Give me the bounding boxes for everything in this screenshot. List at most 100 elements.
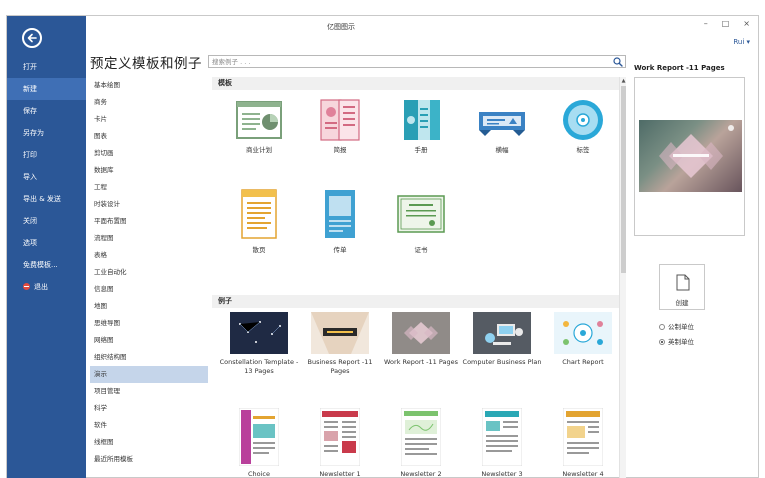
category-item[interactable]: 科学	[90, 400, 208, 417]
category-item[interactable]: 流程图	[90, 230, 208, 247]
sidebar-item-label: 导入	[23, 173, 37, 181]
sidebar-item-new[interactable]: 新建	[7, 78, 86, 100]
category-item[interactable]: 时装设计	[90, 196, 208, 213]
sidebar-item-free-templates[interactable]: 免费模板...	[7, 254, 86, 276]
example-tile[interactable]: Work Report -11 Pages	[381, 312, 461, 367]
sidebar-item-save[interactable]: 保存	[7, 100, 86, 122]
category-item[interactable]: 图表	[90, 128, 208, 145]
sidebar-item-label: 打印	[23, 151, 37, 159]
preview-title: Work Report -11 Pages	[634, 64, 725, 72]
search-icon[interactable]	[613, 57, 623, 67]
sidebar-item-options[interactable]: 选项	[7, 232, 86, 254]
template-tile[interactable]: 商业计划	[219, 98, 299, 155]
category-item[interactable]: 最近所用模板	[90, 451, 208, 468]
category-item[interactable]: 线框图	[90, 434, 208, 451]
gallery-scrollbar[interactable]: ▲	[619, 77, 626, 478]
scroll-thumb[interactable]	[621, 86, 626, 273]
sidebar-item-save-as[interactable]: 另存为	[7, 122, 86, 144]
example-tile[interactable]: Newsletter 2	[381, 407, 461, 478]
category-item[interactable]: 商务	[90, 94, 208, 111]
template-label: 横幅	[495, 146, 509, 154]
sidebar: 打开 新建 保存 另存为 打印 导入 导出 & 发送 关闭 选项 免费模板...…	[7, 16, 86, 478]
sidebar-item-exit[interactable]: 退出	[7, 276, 86, 298]
scroll-up-arrow-icon[interactable]: ▲	[620, 77, 627, 85]
imperial-units-radio[interactable]	[659, 339, 665, 345]
example-thumbnail	[473, 312, 531, 354]
category-item[interactable]: 信息图	[90, 281, 208, 298]
metric-units-radio[interactable]	[659, 324, 665, 330]
template-tile[interactable]: 手册	[381, 98, 461, 155]
category-item[interactable]: 数据库	[90, 162, 208, 179]
sidebar-item-label: 保存	[23, 107, 37, 115]
example-tile[interactable]: Newsletter 1	[300, 407, 380, 478]
metric-units-option[interactable]: 公制单位	[659, 321, 694, 331]
example-label: Chart Report	[562, 358, 604, 366]
example-tile[interactable]: Chart Report	[543, 312, 623, 367]
banner-icon	[477, 98, 527, 142]
templates-section-header: 模板	[212, 77, 622, 90]
category-item-selected[interactable]: 演示	[90, 366, 208, 383]
category-item[interactable]: 软件	[90, 417, 208, 434]
category-item[interactable]: 组织结构图	[90, 349, 208, 366]
exit-icon	[23, 283, 30, 290]
template-tile[interactable]: 标签	[543, 98, 623, 155]
maximize-button[interactable]: □	[722, 19, 730, 28]
template-tile[interactable]: 横幅	[462, 98, 542, 155]
example-label: Business Report -11 Pages	[307, 358, 373, 375]
category-list: 基本绘图 商务 卡片 图表 剪切画 数据库 工程 时装设计 平面布置图 流程图 …	[90, 77, 208, 468]
business-plan-icon	[234, 98, 284, 142]
sidebar-item-import[interactable]: 导入	[7, 166, 86, 188]
category-item[interactable]: 工程	[90, 179, 208, 196]
example-tile[interactable]: Choice	[219, 407, 299, 478]
example-tile[interactable]: Business Report -11 Pages	[300, 312, 380, 376]
template-tile[interactable]: 传单	[300, 188, 380, 255]
example-label: Work Report -11 Pages	[384, 358, 458, 366]
template-tile[interactable]: 散页	[219, 188, 299, 255]
example-tile[interactable]: Computer Business Plan	[462, 312, 542, 367]
example-label: Newsletter 1	[319, 470, 361, 478]
example-label: Constellation Template - 13 Pages	[219, 358, 299, 375]
label-disc-icon	[558, 98, 608, 142]
example-tile[interactable]: Constellation Template - 13 Pages	[219, 312, 299, 376]
category-item[interactable]: 基本绘图	[90, 77, 208, 94]
back-button[interactable]	[22, 28, 42, 48]
template-label: 简报	[333, 146, 347, 154]
category-item[interactable]: 平面布置图	[90, 213, 208, 230]
example-tile[interactable]: Newsletter 3	[462, 407, 542, 478]
imperial-units-option[interactable]: 英制单位	[659, 336, 694, 346]
example-label: Choice	[247, 470, 270, 478]
template-label: 传单	[333, 246, 347, 254]
template-tile[interactable]: 证书	[381, 188, 461, 255]
handbook-icon	[396, 98, 446, 142]
category-item[interactable]: 工业自动化	[90, 264, 208, 281]
examples-section-header: 例子	[212, 295, 622, 308]
sidebar-item-close[interactable]: 关闭	[7, 210, 86, 232]
flyer-icon	[234, 188, 284, 242]
sidebar-item-open[interactable]: 打开	[7, 56, 86, 78]
sidebar-item-label: 导出 & 发送	[23, 195, 61, 203]
create-button[interactable]: 创建	[659, 264, 705, 310]
user-menu[interactable]: Rui ▾	[733, 38, 750, 46]
template-tile[interactable]: 简报	[300, 98, 380, 155]
example-thumbnail	[400, 407, 442, 467]
search-input[interactable]	[209, 56, 604, 67]
example-tile[interactable]: Newsletter 4	[543, 407, 623, 478]
example-thumbnail	[230, 312, 288, 354]
category-item[interactable]: 表格	[90, 247, 208, 264]
category-item[interactable]: 卡片	[90, 111, 208, 128]
close-button[interactable]: ×	[743, 19, 750, 28]
minimize-button[interactable]: –	[704, 19, 708, 28]
category-item[interactable]: 项目管理	[90, 383, 208, 400]
sidebar-item-label: 选项	[23, 239, 37, 247]
example-label: Computer Business Plan	[462, 358, 542, 366]
category-item[interactable]: 地图	[90, 298, 208, 315]
sidebar-item-export-send[interactable]: 导出 & 发送	[7, 188, 86, 210]
example-label: Newsletter 3	[481, 470, 523, 478]
category-item[interactable]: 网络图	[90, 332, 208, 349]
sidebar-item-print[interactable]: 打印	[7, 144, 86, 166]
template-label: 手册	[414, 146, 428, 154]
example-label: Newsletter 2	[400, 470, 442, 478]
category-item[interactable]: 剪切画	[90, 145, 208, 162]
category-item[interactable]: 思维导图	[90, 315, 208, 332]
metric-units-label: 公制单位	[668, 323, 694, 331]
